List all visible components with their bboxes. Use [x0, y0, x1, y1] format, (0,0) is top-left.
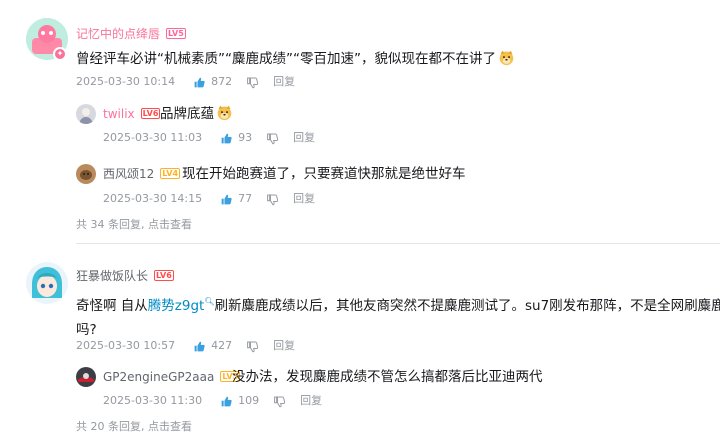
username-text[interactable]: 记忆中的点绛唇 — [76, 27, 160, 41]
comment-meta: 2025-03-30 10:14 872 回复 — [76, 74, 295, 90]
like-count: 427 — [211, 339, 233, 352]
comment-content: 刷新麋鹿成绩以后，其他友商突然不提麋鹿测试了。su7刚发布那阵，不是全网刷麋鹿 — [214, 298, 720, 314]
comment-text: 曾经评车必讲“机械素质”“麋鹿成绩”“零百加速”，貌似现在都不在讲了 — [76, 47, 515, 71]
reply-username[interactable]: GP2engineGP2aaa LV5 — [103, 369, 241, 385]
reply-button[interactable]: 回复 — [293, 191, 315, 207]
reply-username[interactable]: twilix LV6 — [103, 106, 161, 122]
like-button[interactable]: 93 — [220, 130, 252, 146]
level-badge: LV4 — [160, 168, 181, 179]
like-button[interactable]: 427 — [193, 338, 232, 354]
dislike-button[interactable] — [266, 193, 279, 206]
thumb-up-icon[interactable] — [220, 193, 233, 206]
view-replies-link[interactable]: 点击查看 — [148, 218, 192, 231]
level-badge: LV6 — [154, 270, 174, 281]
reply-username-text[interactable]: GP2engineGP2aaa — [103, 370, 214, 384]
view-more-replies: 共 34 条回复, 点击查看 — [76, 217, 192, 233]
dislike-button[interactable] — [246, 340, 259, 353]
reply-content: 没办法，发现麋鹿成绩不管怎么搞都落后比亚迪两代 — [232, 369, 543, 385]
comment-content: 奇怪啊 自从 — [76, 298, 148, 314]
reply-meta: 2025-03-30 14:15 77 回复 — [103, 191, 315, 207]
reply-avatar[interactable] — [76, 367, 96, 387]
like-button[interactable]: 872 — [193, 74, 232, 90]
reply-avatar[interactable] — [76, 104, 96, 124]
timestamp: 2025-03-30 10:14 — [76, 75, 176, 88]
view-replies-link[interactable]: 点击查看 — [148, 420, 192, 433]
reply-button[interactable]: 回复 — [273, 74, 295, 90]
doge-emoji-icon — [498, 49, 515, 66]
avatar[interactable] — [26, 262, 68, 304]
reply-avatar[interactable] — [76, 164, 96, 184]
dislike-button[interactable] — [266, 132, 279, 145]
comment-content: 曾经评车必讲“机械素质”“麋鹿成绩”“零百加速”，貌似现在都不在讲了 — [76, 51, 496, 67]
level-badge: LV6 — [140, 108, 161, 119]
reply-count: 共 20 条回复, — [76, 420, 145, 433]
thumb-down-icon[interactable] — [266, 132, 279, 145]
thumb-down-icon[interactable] — [246, 340, 259, 353]
reply-text: 品牌底蕴 — [160, 102, 233, 126]
like-count: 109 — [238, 394, 260, 407]
level-badge: LV5 — [166, 28, 186, 39]
reply-content: 现在开始跑赛道了，只要赛道快那就是绝世好车 — [182, 166, 466, 182]
dislike-button[interactable] — [246, 76, 259, 89]
reply-button[interactable]: 回复 — [273, 338, 295, 354]
comment-text: 奇怪啊 自从腾势z9gt🔍︎刷新麋鹿成绩以后，其他友商突然不提麋鹿测试了。su7… — [76, 290, 720, 342]
reply-button[interactable]: 回复 — [300, 393, 322, 409]
like-count: 93 — [238, 131, 253, 144]
search-link[interactable]: 腾势z9gt — [148, 298, 205, 314]
reply-text: 没办法，发现麋鹿成绩不管怎么搞都落后比亚迪两代 — [232, 365, 543, 389]
like-button[interactable]: 77 — [220, 191, 252, 207]
reply-count: 共 34 条回复, — [76, 218, 145, 231]
reply-meta: 2025-03-30 11:30 109 回复 — [103, 393, 322, 409]
reply-text: 现在开始跑赛道了，只要赛道快那就是绝世好车 — [182, 162, 466, 186]
view-more-replies: 共 20 条回复, 点击查看 — [76, 419, 192, 435]
thumb-down-icon[interactable] — [273, 395, 286, 408]
reply-username-text[interactable]: 西风颂12 — [103, 167, 154, 181]
reply-button[interactable]: 回复 — [293, 130, 315, 146]
timestamp: 2025-03-30 14:15 — [103, 192, 203, 205]
comment-divider — [76, 243, 720, 244]
reply-meta: 2025-03-30 11:03 93 回复 — [103, 130, 315, 146]
comment-content: 吗? — [76, 322, 97, 338]
thumb-down-icon[interactable] — [246, 76, 259, 89]
vip-badge-icon: ✦ — [53, 47, 67, 61]
thumb-up-icon[interactable] — [220, 395, 233, 408]
reply-username[interactable]: 西风颂12 LV4 — [103, 166, 181, 182]
timestamp: 2025-03-30 10:57 — [76, 339, 176, 352]
thumb-up-icon[interactable] — [193, 340, 206, 353]
timestamp: 2025-03-30 11:30 — [103, 394, 203, 407]
search-icon[interactable]: 🔍︎ — [204, 297, 214, 306]
thumb-up-icon[interactable] — [193, 76, 206, 89]
thumb-down-icon[interactable] — [266, 193, 279, 206]
reply-username-text[interactable]: twilix — [103, 107, 135, 121]
like-button[interactable]: 109 — [220, 393, 259, 409]
like-count: 872 — [211, 75, 233, 88]
comment-meta: 2025-03-30 10:57 427 回复 — [76, 338, 295, 354]
dislike-button[interactable] — [273, 395, 286, 408]
username-text[interactable]: 狂暴做饭队长 — [76, 269, 148, 283]
timestamp: 2025-03-30 11:03 — [103, 131, 203, 144]
like-count: 77 — [238, 192, 253, 205]
thumb-up-icon[interactable] — [220, 132, 233, 145]
reply-content: 品牌底蕴 — [160, 106, 214, 122]
username[interactable]: 狂暴做饭队长 LV6 — [76, 268, 174, 284]
username[interactable]: 记忆中的点绛唇 LV5 — [76, 26, 186, 42]
doge-emoji-icon — [216, 104, 233, 121]
